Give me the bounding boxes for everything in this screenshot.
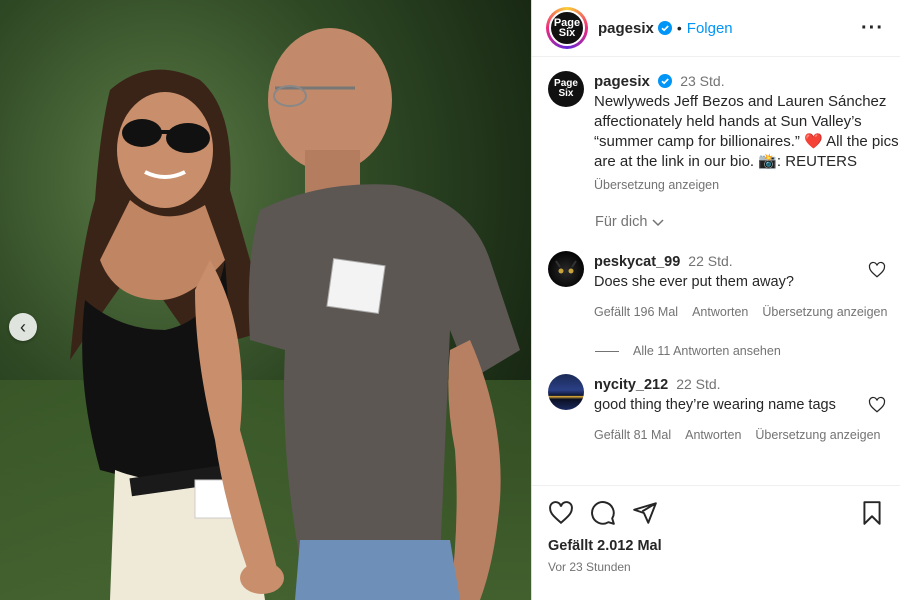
translate-link[interactable]: Übersetzung anzeigen: [755, 425, 880, 445]
comment-body: peskycat_99 22 Std. Does she ever put th…: [594, 251, 900, 322]
view-replies-button[interactable]: Alle 11 Antworten ansehen: [595, 344, 900, 358]
separator-dot: •: [676, 20, 682, 36]
post-sidebar: Page Six pagesix • Folgen ··· Page Six pag…: [531, 0, 900, 600]
for-you-text: Für dich: [595, 214, 648, 230]
share-icon[interactable]: [632, 500, 658, 526]
caption: Page Six pagesix 23 Std. Newlyweds Jeff B…: [548, 71, 900, 195]
comment-like-count: Gefällt 81 Mal: [594, 428, 672, 442]
comment-item: nycity_212 22 Std. good thing they’re we…: [548, 374, 900, 445]
verified-icon: [658, 74, 673, 88]
instagram-post: ‹ Page Six pagesix • Folgen ··· Page Six p…: [0, 0, 900, 600]
caption-avatar[interactable]: Page Six: [548, 71, 584, 107]
post-actions: Gefällt 2.012 Mal Vor 23 Stunden: [532, 485, 900, 574]
follow-button[interactable]: Folgen: [687, 20, 733, 37]
comment-text: good thing they’re wearing name tags: [594, 397, 836, 413]
comment-icon[interactable]: [590, 500, 616, 526]
author-username[interactable]: pagesix: [598, 20, 654, 37]
pagesix-logo: Page Six: [549, 10, 585, 46]
comment-like-count: Gefällt 196 Mal: [594, 305, 679, 319]
view-replies-label: Alle 11 Antworten ansehen: [633, 344, 781, 358]
verified-icon: [657, 21, 672, 35]
comment-meta: Gefällt 81 Mal Antworten Übersetzung anz…: [594, 425, 900, 445]
chevron-left-icon: ‹: [20, 316, 26, 337]
caption-translate-link[interactable]: Übersetzung anzeigen: [594, 175, 900, 195]
post-photo[interactable]: ‹: [0, 0, 531, 600]
chevron-down-icon: [652, 219, 664, 227]
reply-button[interactable]: Antworten: [692, 302, 748, 322]
comment-meta: Gefällt 196 Mal Antworten Übersetzung an…: [594, 302, 900, 322]
comment-time[interactable]: 22 Std.: [676, 376, 720, 392]
comments-area: Page Six pagesix 23 Std. Newlyweds Jeff B…: [532, 57, 900, 445]
author-avatar[interactable]: Page Six: [546, 7, 588, 49]
for-you-label[interactable]: Für dich: [595, 214, 900, 230]
cat-avatar-illustration: [555, 260, 577, 274]
post-timestamp[interactable]: Vor 23 Stunden: [548, 560, 885, 574]
comment-time[interactable]: 22 Std.: [688, 253, 732, 269]
comment-body: nycity_212 22 Std. good thing they’re we…: [594, 374, 900, 445]
previous-image-button[interactable]: ‹: [9, 313, 37, 341]
post-header: Page Six pagesix • Folgen ···: [532, 0, 900, 57]
like-count[interactable]: Gefällt 2.012 Mal: [548, 538, 885, 554]
photo-illustration: [0, 0, 531, 600]
action-icons: [548, 500, 885, 526]
comment-avatar[interactable]: [548, 374, 584, 410]
more-icon[interactable]: ···: [861, 17, 884, 40]
caption-time[interactable]: 23 Std.: [680, 73, 724, 89]
comment-item: peskycat_99 22 Std. Does she ever put th…: [548, 251, 900, 322]
bookmark-icon[interactable]: [859, 500, 885, 526]
caption-body: pagesix 23 Std. Newlyweds Jeff Bezos and…: [594, 71, 900, 195]
translate-link[interactable]: Übersetzung anzeigen: [762, 302, 887, 322]
comment-avatar[interactable]: [548, 251, 584, 287]
heart-icon[interactable]: [548, 500, 574, 526]
comment-username[interactable]: peskycat_99: [594, 254, 680, 270]
heart-icon[interactable]: [868, 396, 886, 414]
replies-divider: [595, 350, 619, 352]
comment-text: Does she ever put them away?: [594, 274, 794, 290]
caption-username[interactable]: pagesix: [594, 73, 650, 90]
comment-username[interactable]: nycity_212: [594, 377, 668, 393]
caption-text: Newlyweds Jeff Bezos and Lauren Sánchez …: [594, 93, 899, 170]
heart-icon[interactable]: [868, 261, 886, 279]
reply-button[interactable]: Antworten: [685, 425, 741, 445]
